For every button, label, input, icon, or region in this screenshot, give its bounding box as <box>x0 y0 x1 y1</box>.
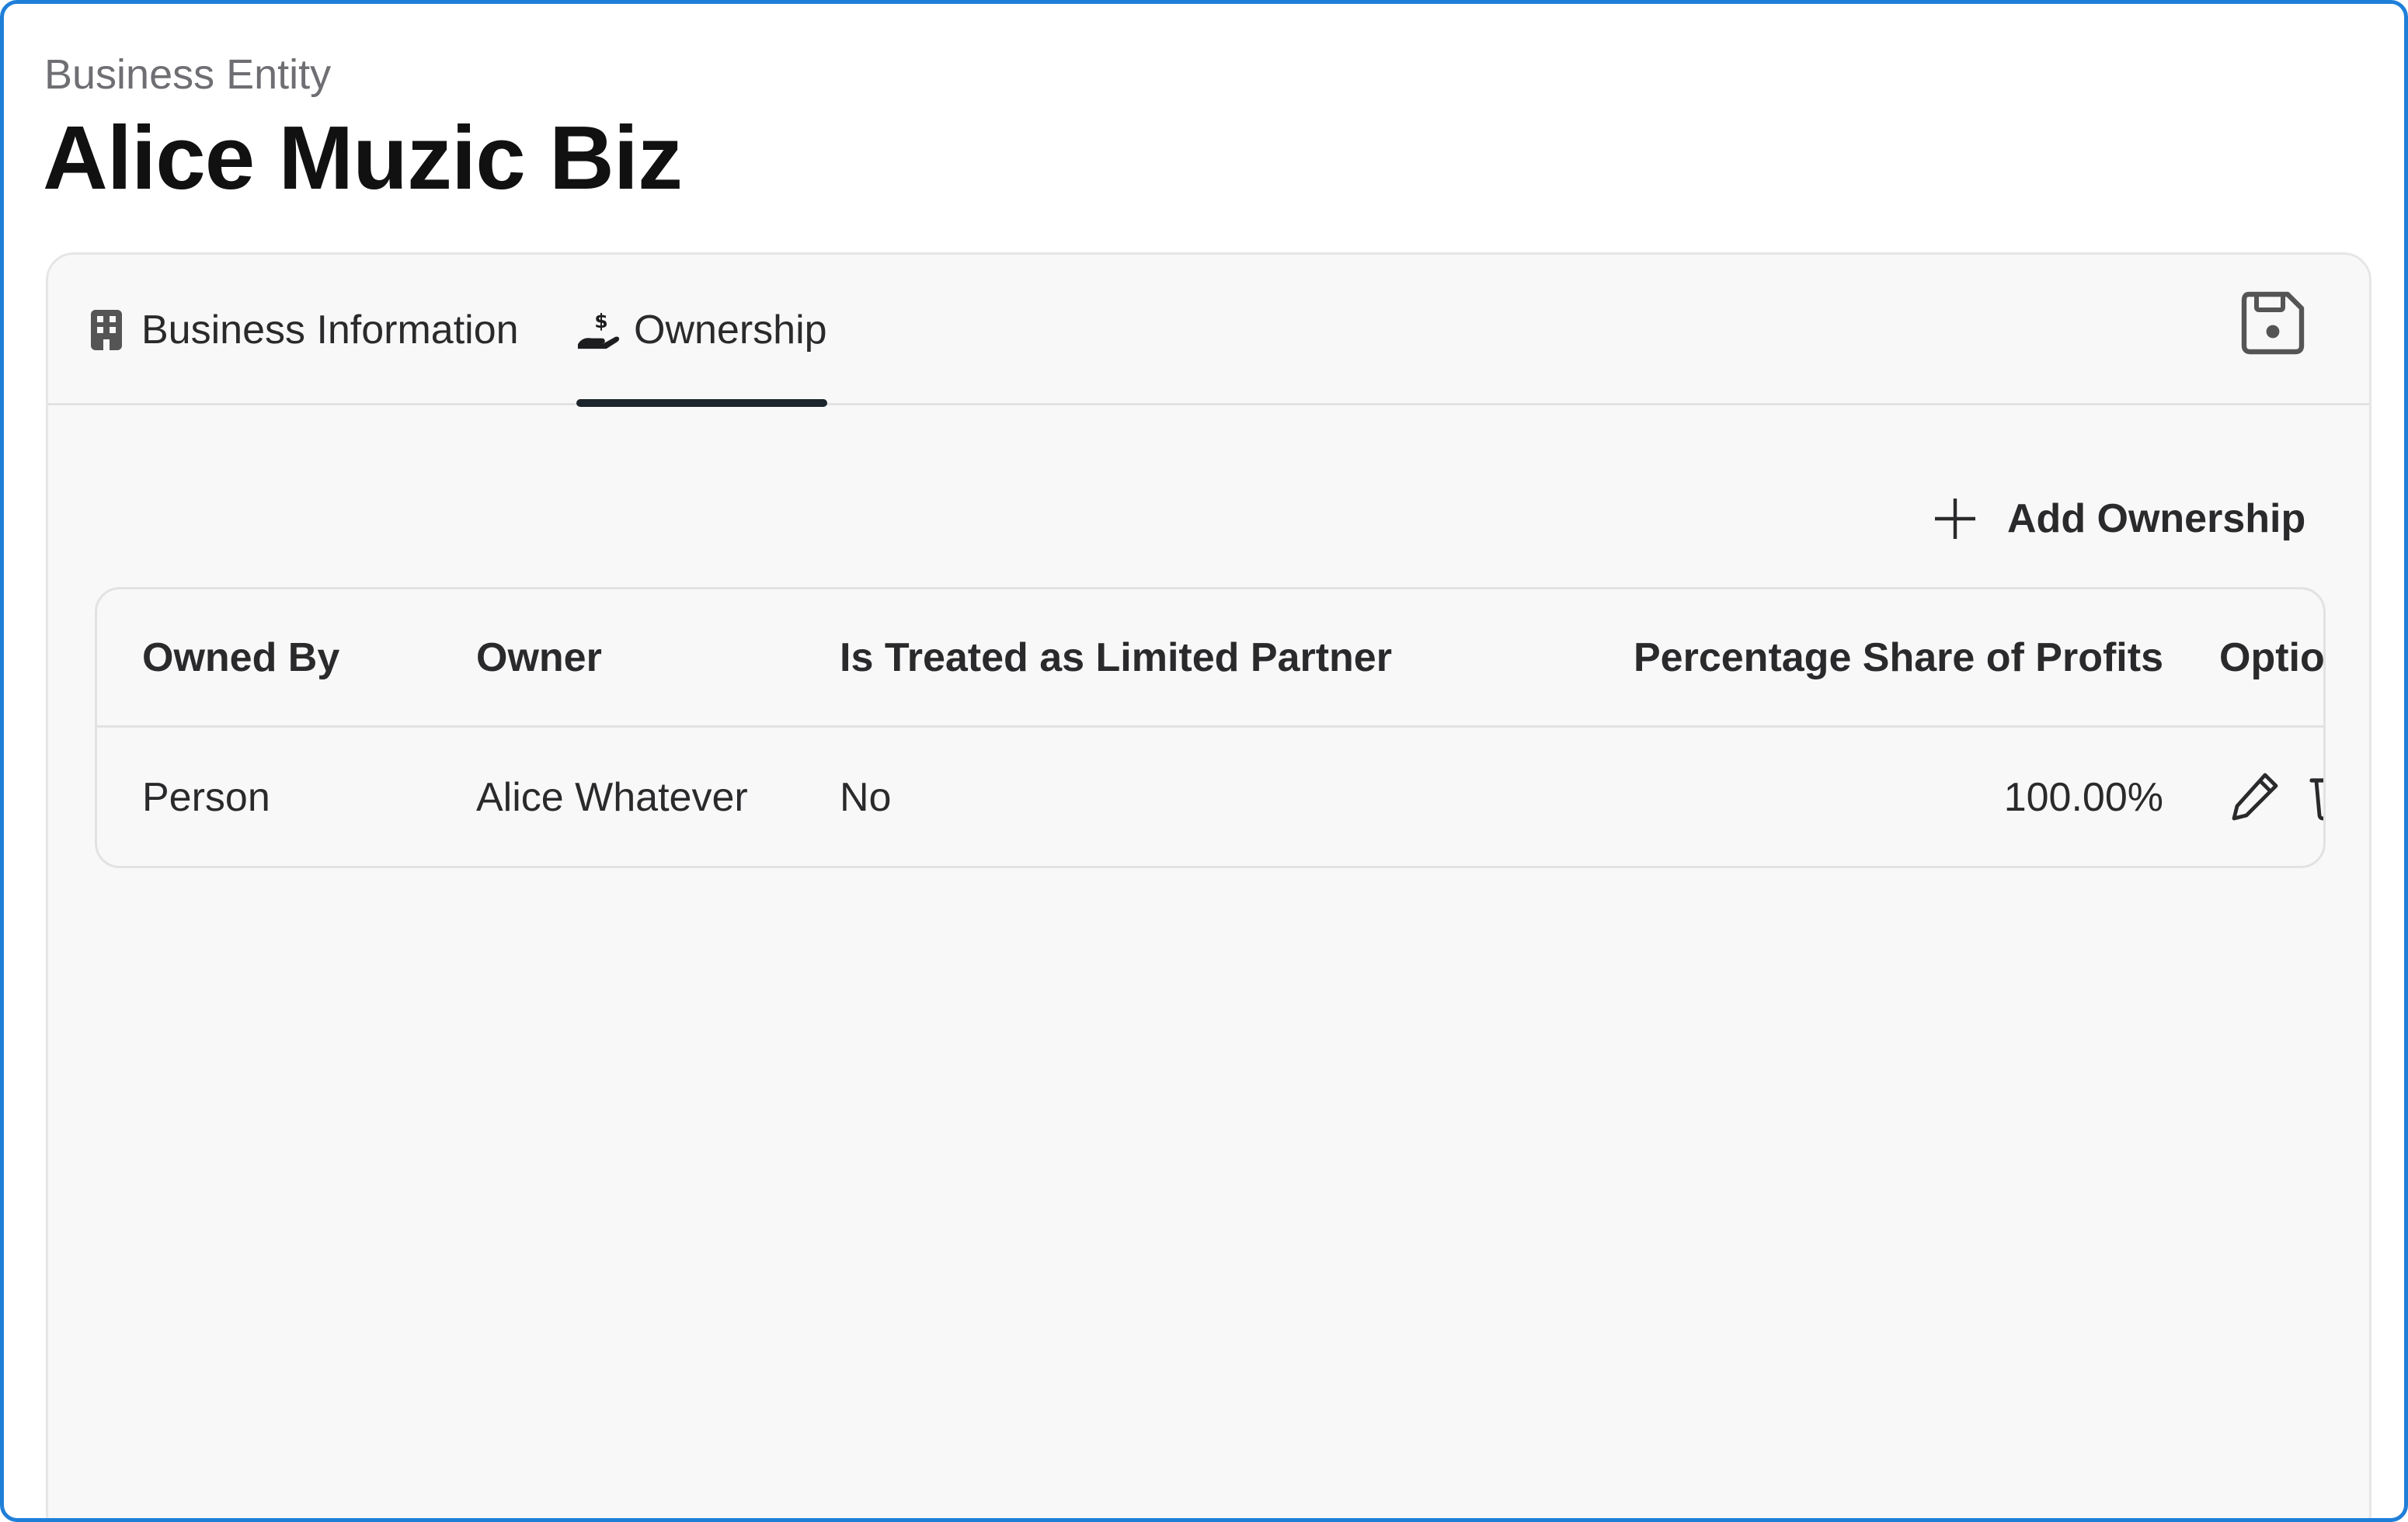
tab-ownership[interactable]: $ Ownership <box>576 304 827 407</box>
entity-card: Business Information $ Ownership Add Own… <box>46 252 2371 1518</box>
save-button[interactable] <box>2234 286 2312 363</box>
cell-owner: Alice Whatever <box>476 775 748 820</box>
hand-dollar-icon: $ <box>576 308 621 353</box>
app-window: Business Entity Alice Muzic Biz Business… <box>0 0 2408 1522</box>
tab-label: Business Information <box>141 308 519 353</box>
column-header-owned-by: Owned By <box>142 634 340 680</box>
table-row: Person Alice Whatever No 100.00% <box>97 728 2323 866</box>
pencil-icon <box>2229 770 2281 825</box>
tab-business-information[interactable]: Business Information <box>84 304 519 405</box>
edit-button[interactable] <box>2225 768 2284 827</box>
cell-share: 100.00% <box>2003 775 2163 820</box>
trash-icon <box>2309 770 2323 825</box>
column-header-share: Percentage Share of Profits <box>1634 634 2163 680</box>
tab-label: Ownership <box>634 308 827 353</box>
page-title: Alice Muzic Biz <box>43 107 683 208</box>
add-ownership-button[interactable]: Add Ownership <box>1928 481 2305 556</box>
svg-text:$: $ <box>594 310 607 332</box>
floppy-disk-icon <box>2241 291 2305 359</box>
ownership-table: Owned By Owner Is Treated as Limited Par… <box>95 587 2326 868</box>
table-header: Owned By Owner Is Treated as Limited Par… <box>97 589 2323 728</box>
tab-bar: Business Information $ Ownership <box>48 255 2369 407</box>
page-subtitle: Business Entity <box>44 51 332 98</box>
delete-button[interactable] <box>2303 768 2323 827</box>
column-header-options: Options <box>2219 634 2325 680</box>
cell-owned-by: Person <box>142 775 270 820</box>
cell-limited-partner: No <box>840 775 892 820</box>
active-tab-indicator <box>576 399 827 407</box>
add-ownership-label: Add Ownership <box>2007 496 2306 541</box>
plus-icon <box>1928 492 1982 546</box>
column-header-owner: Owner <box>476 634 602 680</box>
column-header-limited-partner: Is Treated as Limited Partner <box>840 634 1392 680</box>
building-icon <box>84 308 129 353</box>
row-options <box>2225 728 2323 866</box>
